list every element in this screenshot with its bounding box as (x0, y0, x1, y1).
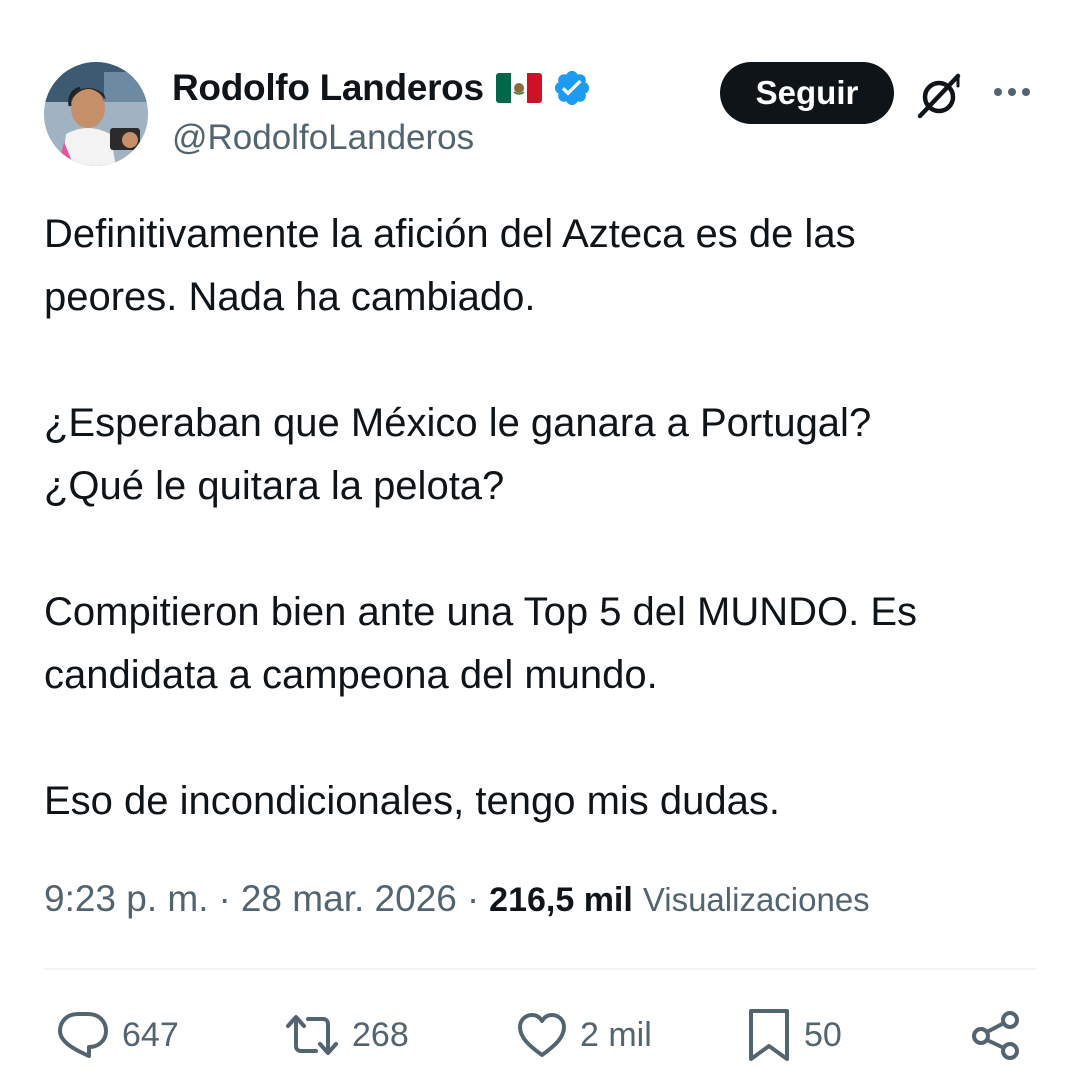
more-options-icon[interactable] (990, 78, 1034, 106)
share-icon (970, 1009, 1022, 1061)
tweet-meta: 9:23 p. m. · 28 mar. 2026 · 216,5 mil Vi… (44, 878, 870, 920)
tweet-line: peores. Nada ha cambiado. (44, 275, 536, 319)
bookmark-icon (746, 1007, 792, 1063)
author-avatar[interactable] (44, 62, 148, 166)
tweet-text: Definitivamente la afición del Azteca es… (44, 203, 1044, 833)
action-bar: 647 268 2 mil 50 (0, 1000, 1080, 1070)
repost-button[interactable]: 268 (284, 1000, 409, 1070)
views-count[interactable]: 216,5 mil (489, 881, 633, 920)
author-name-row: Rodolfo Landeros (172, 66, 592, 110)
tweet-line: ¿Qué le quitara la pelota? (44, 464, 505, 508)
reply-icon (56, 1010, 110, 1060)
share-button[interactable] (970, 1000, 1022, 1070)
grok-icon[interactable] (916, 72, 964, 120)
tweet-line: ¿Esperaban que México le ganara a Portug… (44, 401, 872, 445)
follow-button[interactable]: Seguir (720, 62, 894, 124)
tweet-time[interactable]: 9:23 p. m. (44, 878, 209, 920)
tweet-line: Definitivamente la afición del Azteca es… (44, 212, 856, 256)
like-button[interactable]: 2 mil (516, 1000, 652, 1070)
mexico-flag-icon (495, 72, 542, 104)
author-handle[interactable]: @RodolfoLanderos (172, 118, 474, 158)
repost-count: 268 (352, 1015, 409, 1054)
tweet-line: candidata a campeona del mundo. (44, 653, 658, 697)
bookmark-button[interactable]: 50 (746, 1000, 842, 1070)
divider (44, 968, 1036, 970)
reply-button[interactable]: 647 (56, 1000, 179, 1070)
meta-separator: · (466, 878, 480, 919)
heart-icon (516, 1011, 568, 1059)
author-display-name[interactable]: Rodolfo Landeros (172, 67, 484, 109)
repost-icon (284, 1012, 340, 1058)
avatar-image (44, 62, 148, 166)
verified-badge-icon[interactable] (552, 68, 592, 108)
tweet-line: Eso de incondicionales, tengo mis dudas. (44, 779, 781, 823)
reply-count: 647 (122, 1015, 179, 1054)
tweet-line: Compitieron bien ante una Top 5 del MUND… (44, 590, 918, 634)
tweet-date[interactable]: 28 mar. 2026 (241, 878, 457, 920)
bookmark-count: 50 (804, 1015, 842, 1054)
views-label[interactable]: Visualizaciones (643, 881, 870, 919)
like-count: 2 mil (580, 1015, 652, 1054)
meta-separator: · (218, 878, 231, 919)
